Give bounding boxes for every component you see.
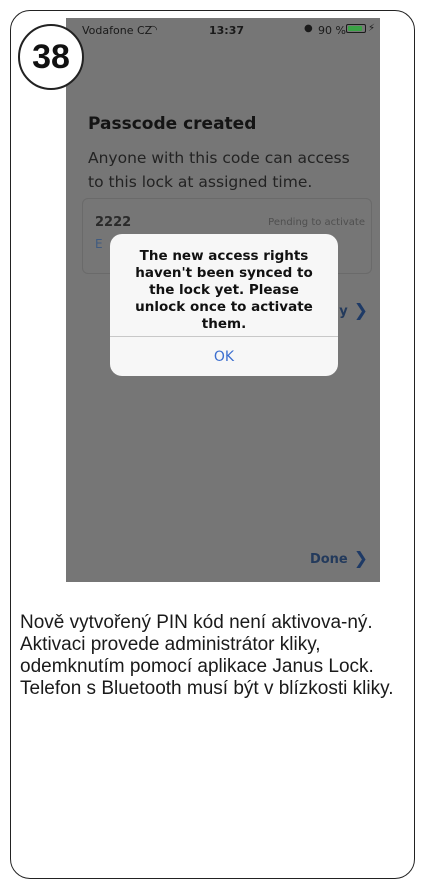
status-time: 13:37 <box>209 24 245 37</box>
page-title: Passcode created <box>88 114 257 134</box>
share-link[interactable]: y ❯ <box>339 300 368 321</box>
charging-bolt-icon: ⚡ <box>368 23 376 34</box>
passcode-status: Pending to activate <box>268 217 365 228</box>
passcode-value: 2222 <box>95 215 132 230</box>
instruction-line-3: Telefon s Bluetooth musí být v blízkosti… <box>20 678 394 699</box>
battery-percent: 90 % <box>318 24 346 37</box>
sync-alert-dialog: The new access rights haven't been synce… <box>110 234 338 376</box>
status-bar: Vodafone CZ ◠ 13:37 ● 90 % ⚡ <box>66 18 380 40</box>
page-subtitle: Anyone with this code can access to this… <box>88 149 350 191</box>
done-label: Done <box>309 552 348 567</box>
instruction-line-1: Nově vytvořený PIN kód není aktivova-ný. <box>20 612 373 633</box>
share-link-label: y <box>339 304 348 319</box>
chevron-right-icon: ❯ <box>353 549 368 569</box>
wifi-icon: ◠ <box>148 23 158 36</box>
instruction-line-2: Aktivaci provede administrátor kliky, od… <box>20 634 374 677</box>
step-number-badge: 38 <box>18 24 84 90</box>
chevron-right-icon: ❯ <box>353 301 368 321</box>
alarm-icon: ● <box>304 23 313 34</box>
battery-icon <box>346 24 366 33</box>
carrier-name: Vodafone CZ <box>82 24 153 37</box>
step-number: 38 <box>32 37 70 76</box>
passcode-subtext: E <box>95 237 103 251</box>
done-button[interactable]: Done ❯ <box>309 548 368 569</box>
battery-level-fill <box>348 26 363 31</box>
ok-button[interactable]: OK <box>110 337 338 376</box>
phone-screenshot: Vodafone CZ ◠ 13:37 ● 90 % ⚡ Passcode cr… <box>66 18 380 582</box>
instructions-text: Nově vytvořený PIN kód není aktivova-ný.… <box>20 612 410 700</box>
dialog-message: The new access rights haven't been synce… <box>135 248 313 332</box>
